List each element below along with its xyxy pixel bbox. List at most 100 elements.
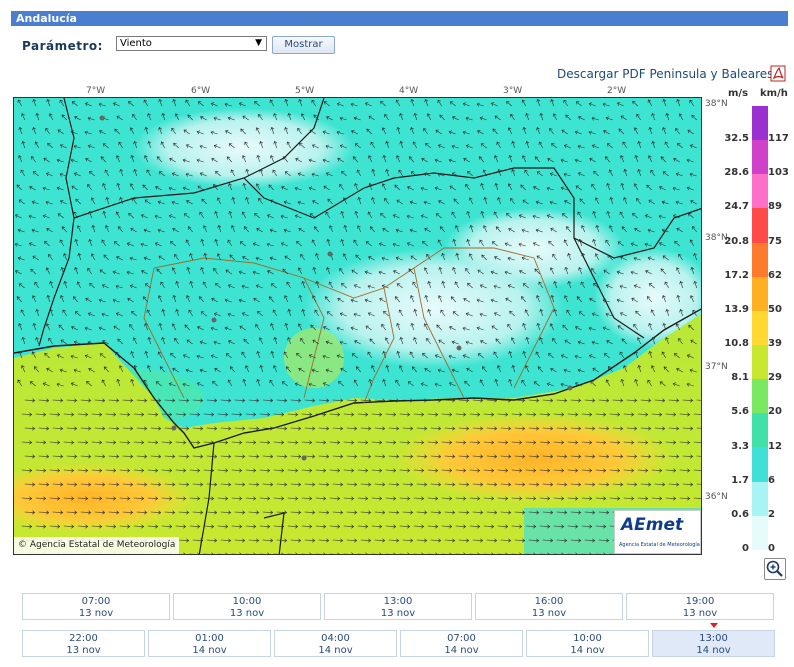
- city-marker: [456, 345, 462, 351]
- legend-ms-value: 5.6: [731, 406, 749, 418]
- time-step-button[interactable]: 16:00 13 nov: [475, 593, 623, 620]
- aemet-logo-text: AEmet: [621, 515, 684, 535]
- lon-label: 6°W: [191, 86, 211, 96]
- legend-color-step: [752, 106, 768, 141]
- time-step-hour: 10:00: [573, 633, 602, 644]
- legend-kmh-value: 75: [768, 235, 782, 247]
- legend-color-step: [752, 344, 768, 380]
- parameter-select[interactable]: Viento ▼: [116, 36, 267, 51]
- time-step-button[interactable]: 04:00 14 nov: [274, 630, 397, 657]
- time-step-date: 13 nov: [682, 608, 718, 619]
- legend-color-step: [752, 140, 768, 175]
- time-step-hour: 04:00: [321, 633, 350, 644]
- legend-color-bar: [752, 106, 768, 550]
- legend-color-step: [752, 413, 768, 448]
- lon-label: 7°W: [86, 86, 106, 96]
- legend-color-step: [752, 515, 768, 550]
- city-marker: [301, 455, 307, 461]
- dropdown-arrow-icon: ▼: [255, 38, 262, 48]
- legend-color-step: [752, 447, 768, 482]
- time-step-hour: 22:00: [69, 633, 98, 644]
- time-step-button[interactable]: 13:00 13 nov: [324, 593, 472, 620]
- time-step-hour: 10:00: [232, 596, 262, 607]
- wind-map-graphic: [14, 98, 701, 554]
- time-step-date: 13 nov: [229, 608, 265, 619]
- time-step-button[interactable]: 07:00 14 nov: [400, 630, 523, 657]
- lon-label: 5°W: [295, 86, 315, 96]
- legend-ms-value: 0.6: [731, 508, 749, 520]
- legend-ms-value: 0: [742, 543, 749, 554]
- legend-kmh-value: 62: [768, 269, 782, 281]
- legend-ms-value: 1.7: [731, 474, 749, 486]
- time-step-date: 13 nov: [531, 608, 567, 619]
- time-step-date: 14 nov: [192, 645, 227, 656]
- time-step-button[interactable]: 10:00 13 nov: [173, 593, 321, 620]
- legend-unit-kmh: km/h: [760, 88, 788, 99]
- parameter-label: Parámetro:: [22, 39, 103, 53]
- legend-color-step: [752, 242, 768, 277]
- pdf-icon[interactable]: [770, 65, 786, 82]
- time-step-button[interactable]: 01:00 14 nov: [148, 630, 271, 657]
- legend-ms-value: 32.5: [724, 133, 749, 145]
- legend-ms-value: 13.9: [724, 303, 749, 315]
- legend-ms-value: 17.2: [724, 269, 749, 281]
- time-step-hour: 01:00: [195, 633, 224, 644]
- legend-color-step: [752, 379, 768, 414]
- city-marker: [211, 317, 217, 323]
- city-marker: [99, 115, 105, 121]
- legend-kmh-value: 2: [768, 508, 775, 520]
- city-marker: [327, 251, 333, 257]
- aemet-logo-subtext: Agencia Estatal de Meteorología: [619, 542, 700, 548]
- legend-kmh-value: 12: [768, 440, 782, 452]
- legend-ms-value: 8.1: [731, 372, 749, 384]
- time-step-hour: 13:00: [383, 596, 413, 607]
- current-time-marker: [710, 623, 718, 628]
- time-step-date: 14 nov: [318, 645, 353, 656]
- legend-kmh-value: 117: [768, 133, 789, 145]
- time-step-button[interactable]: 10:00 14 nov: [526, 630, 649, 657]
- aemet-logo: AEmet Agencia Estatal de Meteorología: [614, 510, 701, 554]
- legend-kmh-value: 0: [768, 543, 775, 554]
- legend-color-step: [752, 481, 768, 516]
- show-button[interactable]: Mostrar: [272, 36, 335, 54]
- wind-map[interactable]: © Agencia Estatal de Meteorología AEmet …: [13, 97, 702, 555]
- lat-label: 36°N: [705, 492, 728, 502]
- legend-unit-ms: m/s: [728, 88, 749, 99]
- lat-label: 37°N: [705, 362, 728, 372]
- lon-label: 4°W: [399, 86, 419, 96]
- section-title: Andalucía: [11, 11, 788, 26]
- time-step-date: 13 nov: [78, 608, 114, 619]
- legend-color-step: [752, 276, 768, 311]
- legend-kmh-value: 89: [768, 201, 782, 213]
- lat-label: 38°N: [705, 99, 728, 109]
- legend-ms-value: 24.7: [724, 201, 749, 213]
- time-step-date: 13 nov: [380, 608, 416, 619]
- copyright-text: © Agencia Estatal de Meteorología: [14, 537, 180, 554]
- legend-kmh-value: 103: [768, 167, 789, 179]
- legend-color-step: [752, 208, 768, 243]
- time-step-date: 14 nov: [570, 645, 605, 656]
- time-step-hour: 16:00: [534, 596, 564, 607]
- legend-color-step: [752, 310, 768, 345]
- lon-label: 3°W: [503, 86, 523, 96]
- time-step-hour: 07:00: [447, 633, 476, 644]
- legend-kmh-value: 20: [768, 406, 782, 418]
- legend-ms-value: 20.8: [724, 235, 749, 247]
- zoom-button[interactable]: [764, 558, 786, 580]
- time-step-button[interactable]: 07:00 13 nov: [22, 593, 170, 620]
- parameter-selected-value: Viento: [120, 38, 152, 49]
- time-step-button[interactable]: 13:00 14 nov: [652, 630, 775, 657]
- time-step-button[interactable]: 19:00 13 nov: [626, 593, 774, 620]
- time-step-date: 14 nov: [696, 645, 731, 656]
- legend-kmh-value: 50: [768, 303, 782, 315]
- legend-ms-value: 28.6: [724, 167, 749, 179]
- download-pdf-link[interactable]: Descargar PDF Peninsula y Baleares: [557, 67, 773, 81]
- lon-label: 2°W: [607, 86, 627, 96]
- city-marker: [171, 425, 177, 431]
- legend-kmh-value: 39: [768, 338, 782, 350]
- time-step-button[interactable]: 22:00 13 nov: [22, 630, 145, 657]
- time-step-hour: 07:00: [81, 596, 111, 607]
- time-step-date: 14 nov: [444, 645, 479, 656]
- legend-ms-value: 10.8: [724, 338, 749, 350]
- city-marker: [567, 385, 573, 391]
